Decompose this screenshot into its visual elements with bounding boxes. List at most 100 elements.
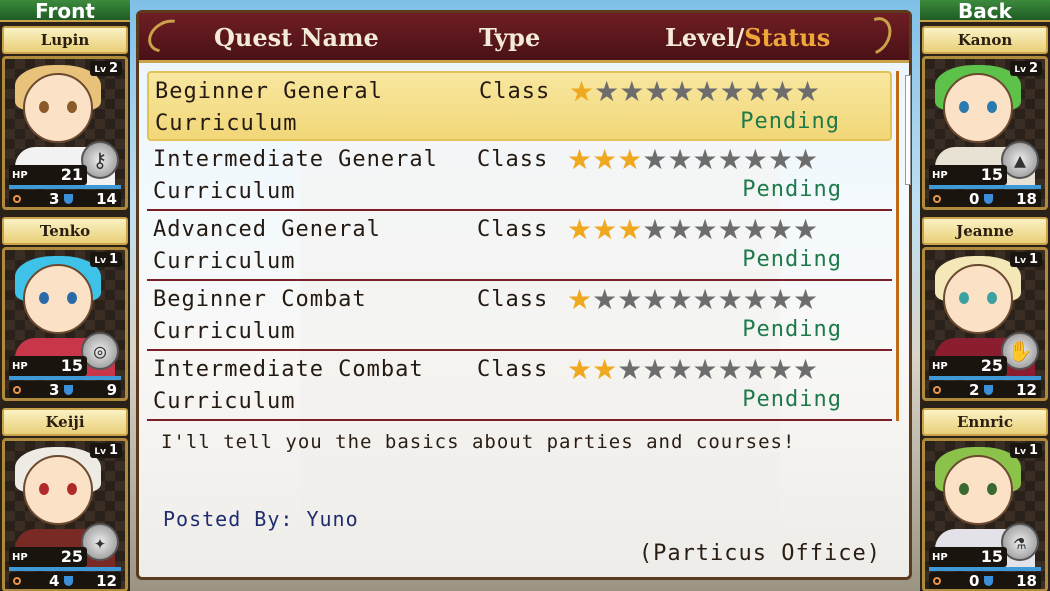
party-member-card[interactable]: Jeanne Lv 1 ✋ HP 25 2 12 xyxy=(922,217,1048,402)
quest-row[interactable]: Intermediate Combat Curriculum Class ★★★… xyxy=(147,351,892,421)
quest-name: Beginner Combat xyxy=(153,287,367,312)
quest-row[interactable]: Beginner Combat Curriculum Class ★★★★★★★… xyxy=(147,281,892,351)
level-stars: ★★★★★★★★★★ xyxy=(567,213,818,246)
star-icon: ★ xyxy=(794,75,821,108)
eye xyxy=(959,292,969,304)
member-portrait: Lv 1 ◎ HP 15 3 9 xyxy=(2,247,128,401)
quest-name-header: Quest Name xyxy=(214,23,379,52)
hp-readout: HP 21 xyxy=(9,165,87,185)
quest-name-line2: Curriculum xyxy=(153,319,296,344)
star-icon: ★ xyxy=(692,143,718,176)
level-badge: Lv 1 xyxy=(90,252,122,267)
quest-status: Pending xyxy=(742,387,842,412)
quest-name-line2: Curriculum xyxy=(153,389,296,414)
quest-description: I'll tell you the basics about parties a… xyxy=(161,431,796,453)
star-icon: ★ xyxy=(669,75,695,108)
stat-row: 0 18 xyxy=(929,572,1041,589)
ring-icon xyxy=(933,195,941,203)
member-portrait: Lv 2 ▲ HP 15 0 18 xyxy=(922,56,1048,210)
ornament-left xyxy=(142,13,192,59)
scrollbar[interactable] xyxy=(905,75,911,185)
star-icon: ★ xyxy=(642,213,668,246)
eye xyxy=(987,292,997,304)
quest-type: Class xyxy=(479,79,551,104)
ring-icon xyxy=(13,195,21,203)
party-member-card[interactable]: Ennric Lv 1 ⚗ HP 15 0 18 xyxy=(922,408,1048,591)
member-portrait: Lv 1 ⚗ HP 15 0 18 xyxy=(922,438,1048,591)
star-icon: ★ xyxy=(567,283,593,316)
quest-status: Pending xyxy=(742,177,842,202)
star-icon: ★ xyxy=(642,283,668,316)
shield-icon xyxy=(984,385,993,395)
star-icon: ★ xyxy=(692,283,718,316)
star-icon: ★ xyxy=(717,283,743,316)
star-icon: ★ xyxy=(592,143,618,176)
eye xyxy=(67,483,77,495)
level-status-header: Level/Status xyxy=(665,23,831,52)
type-header: Type xyxy=(479,23,541,52)
quest-name-line2: Curriculum xyxy=(153,179,296,204)
quest-row[interactable]: Intermediate General Curriculum Class ★★… xyxy=(147,141,892,211)
star-icon: ★ xyxy=(567,213,593,246)
star-icon: ★ xyxy=(617,283,643,316)
party-member-card[interactable]: Tenko Lv 1 ◎ HP 15 3 9 xyxy=(2,217,128,402)
level-stars: ★★★★★★★★★★ xyxy=(567,143,818,176)
hp-bar xyxy=(929,567,1041,571)
star-icon: ★ xyxy=(567,143,593,176)
star-icon: ★ xyxy=(719,75,745,108)
party-member-card[interactable]: Keiji Lv 1 ✦ HP 25 4 12 xyxy=(2,408,128,591)
star-icon: ★ xyxy=(569,75,595,108)
quest-row[interactable]: Advanced General Curriculum Class ★★★★★★… xyxy=(147,211,892,281)
quest-name-line2: Curriculum xyxy=(155,111,298,136)
front-party-panel: Front Lupin Lv 2 ⚷ HP 21 3 14 Tenko Lv 1… xyxy=(0,0,130,591)
star-icon: ★ xyxy=(717,353,743,386)
star-icon: ★ xyxy=(742,143,768,176)
quest-type: Class xyxy=(477,217,549,242)
member-name: Tenko xyxy=(2,217,128,245)
star-icon: ★ xyxy=(792,143,819,176)
quest-row[interactable]: Beginner General Curriculum Class ★★★★★★… xyxy=(147,71,892,141)
face xyxy=(943,455,1013,525)
star-icon: ★ xyxy=(594,75,620,108)
level-badge: Lv 2 xyxy=(90,61,122,76)
front-label: Front xyxy=(0,0,130,22)
eye xyxy=(959,483,969,495)
quest-status: Pending xyxy=(742,317,842,342)
star-icon: ★ xyxy=(692,213,718,246)
shield-icon xyxy=(64,576,73,586)
eye xyxy=(39,101,49,113)
ring-icon xyxy=(13,577,21,585)
quest-list-header: Quest Name Type Level/Status xyxy=(139,11,909,63)
ornament-right xyxy=(852,11,898,61)
star-icon: ★ xyxy=(667,353,693,386)
member-portrait: Lv 2 ⚷ HP 21 3 14 xyxy=(2,56,128,210)
quest-type: Class xyxy=(477,147,549,172)
ring-icon xyxy=(13,386,21,394)
level-badge: Lv 1 xyxy=(1010,252,1042,267)
stat-row: 0 18 xyxy=(929,190,1041,207)
eye xyxy=(39,483,49,495)
star-icon: ★ xyxy=(742,353,768,386)
hp-readout: HP 15 xyxy=(929,165,1007,185)
quest-name: Beginner General xyxy=(155,79,383,104)
party-member-card[interactable]: Lupin Lv 2 ⚷ HP 21 3 14 xyxy=(2,26,128,211)
party-member-card[interactable]: Kanon Lv 2 ▲ HP 15 0 18 xyxy=(922,26,1048,211)
star-icon: ★ xyxy=(792,213,819,246)
shield-icon xyxy=(984,576,993,586)
member-name: Ennric xyxy=(922,408,1048,436)
level-stars: ★★★★★★★★★★ xyxy=(569,75,820,108)
hp-readout: HP 25 xyxy=(9,547,87,567)
star-icon: ★ xyxy=(617,143,643,176)
star-icon: ★ xyxy=(567,353,593,386)
face xyxy=(23,455,93,525)
quest-type: Class xyxy=(477,287,549,312)
quest-name-line2: Curriculum xyxy=(153,249,296,274)
level-stars: ★★★★★★★★★★ xyxy=(567,283,818,316)
star-icon: ★ xyxy=(617,353,643,386)
ring-icon xyxy=(933,386,941,394)
eye xyxy=(67,292,77,304)
star-icon: ★ xyxy=(744,75,770,108)
shield-icon xyxy=(984,194,993,204)
eye xyxy=(987,101,997,113)
quest-name: Intermediate General xyxy=(153,147,438,172)
